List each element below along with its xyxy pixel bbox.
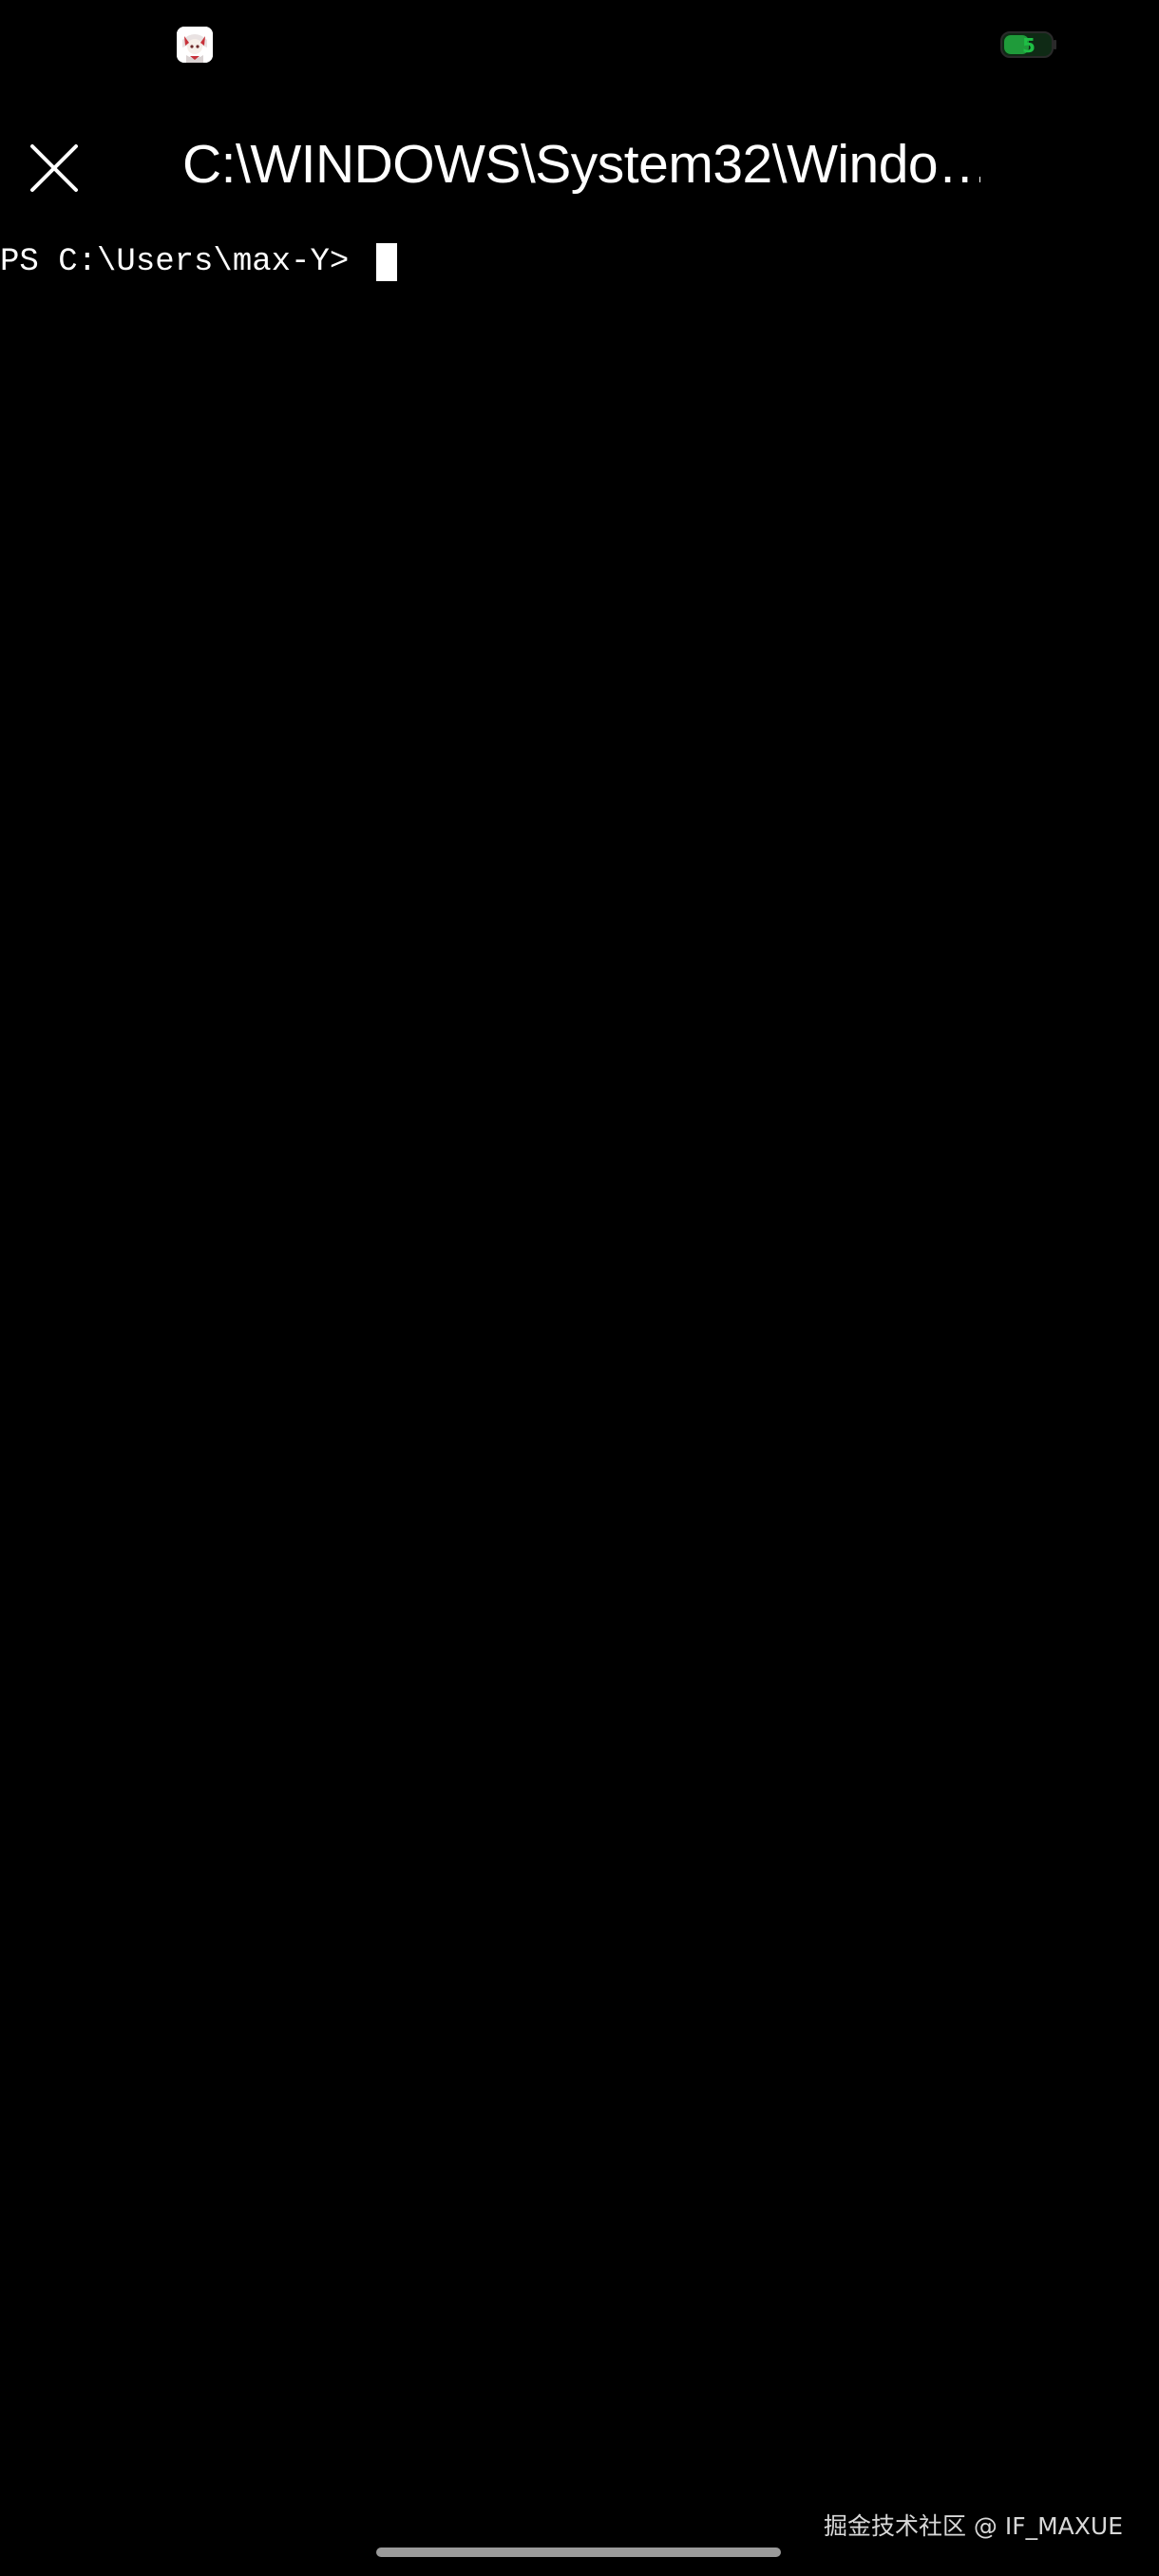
prompt-line[interactable]: PS C:\Users\max-Y> [0,239,397,285]
watermark: 掘金技术社区 @ IF_MAXUE [823,2512,1123,2540]
close-button[interactable] [25,139,84,198]
anime-avatar-icon [177,27,213,63]
battery-level-text: 5 [1022,34,1036,57]
text-cursor [375,243,397,281]
prompt-text: PS C:\Users\max-Y> [0,244,369,280]
window-title: C:\WINDOWS\System32\Windo… [182,134,980,195]
window-title-bar: C:\WINDOWS\System32\Windo… [0,114,1159,218]
home-indicator[interactable] [376,2548,781,2557]
terminal-console[interactable]: PS C:\Users\max-Y> [0,228,1159,2489]
close-icon[interactable] [25,139,84,198]
battery-icon: 5 [1000,30,1057,59]
status-bar: 5 [0,0,1159,91]
